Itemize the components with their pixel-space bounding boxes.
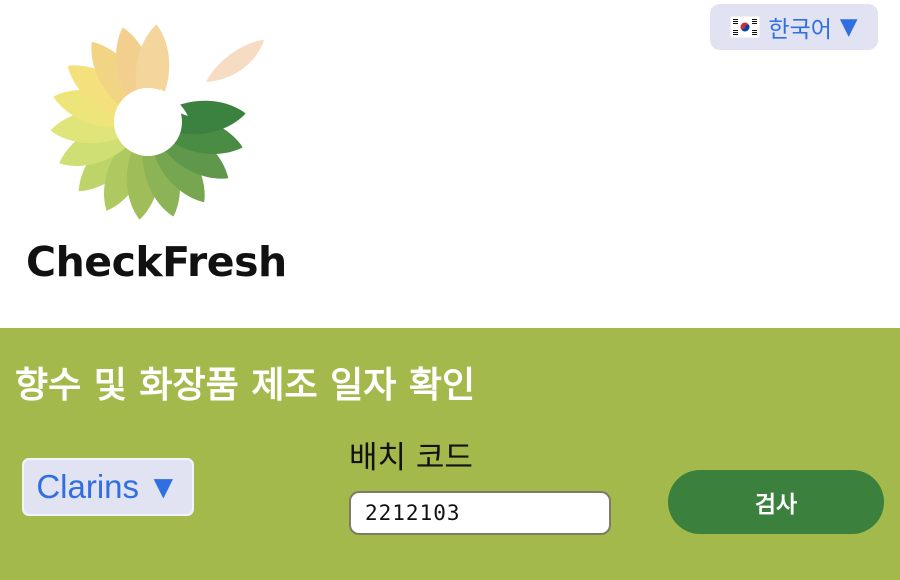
language-label: 한국어 <box>768 17 832 43</box>
south-korea-flag-icon <box>730 16 761 38</box>
panel-title: 향수 및 화장품 제조 일자 확인 <box>15 365 476 406</box>
brand-select[interactable]: Clarins ▼ <box>22 458 194 516</box>
chevron-down-icon: ▼ <box>839 14 858 40</box>
logo-text: CheckFresh <box>26 238 287 286</box>
batch-code-label: 배치 코드 <box>349 440 473 476</box>
chevron-down-icon: ▼ <box>147 468 180 505</box>
brand-select-value: Clarins <box>36 468 140 505</box>
batch-code-input[interactable] <box>349 491 611 535</box>
language-selector[interactable]: 한국어 ▼ <box>710 4 878 50</box>
sunflower-logo-icon <box>50 24 264 220</box>
check-button[interactable]: 검사 <box>668 470 884 534</box>
